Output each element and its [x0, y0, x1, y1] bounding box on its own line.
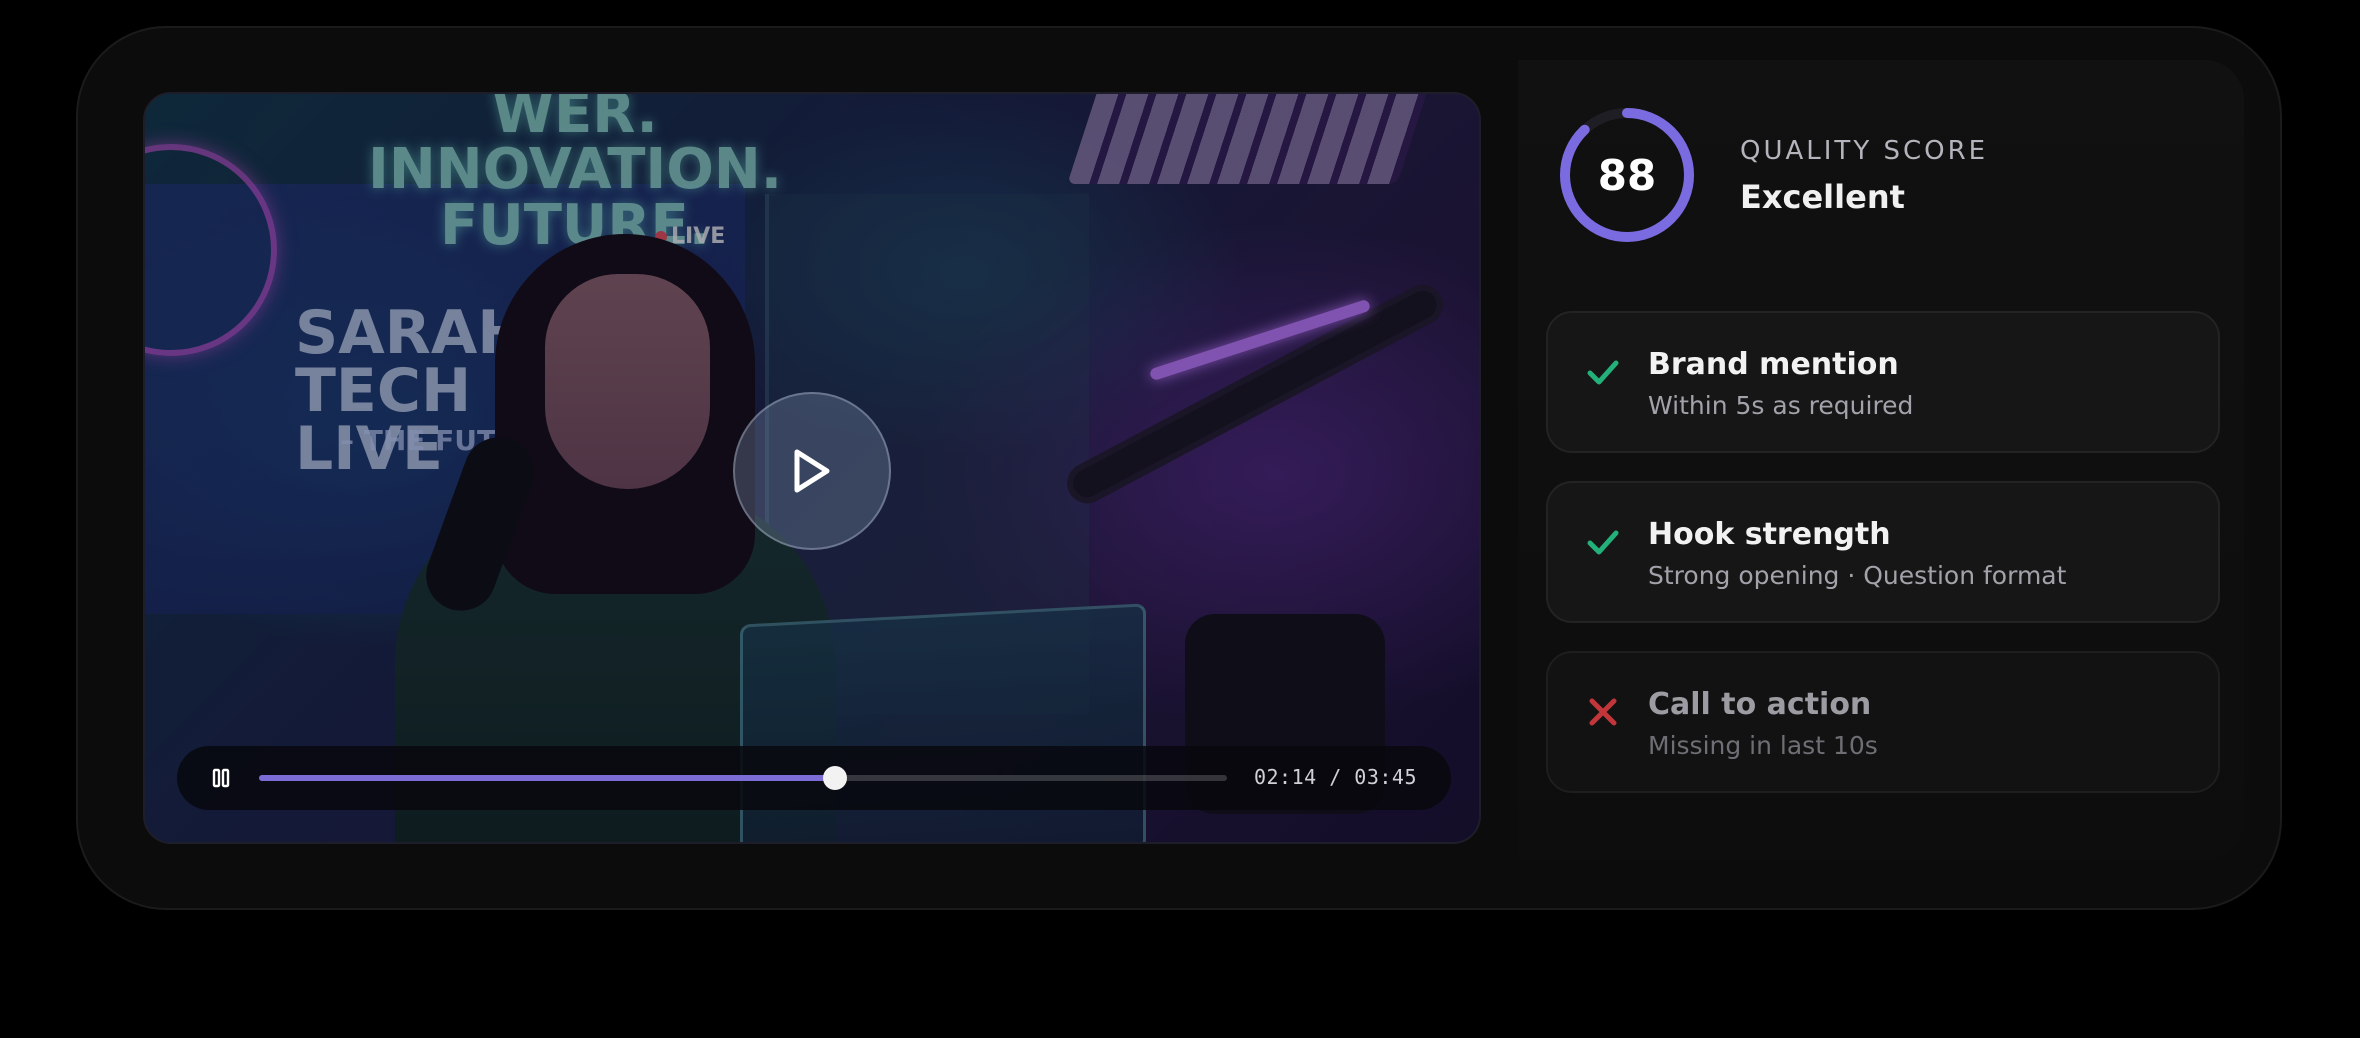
- check-hook-strength: Hook strength Strong opening · Question …: [1546, 481, 2220, 623]
- time-display: 02:14 / 03:45: [1253, 765, 1417, 789]
- check-title: Brand mention: [1648, 347, 1899, 382]
- progress-thumb[interactable]: [822, 766, 847, 790]
- pause-button[interactable]: [205, 762, 237, 794]
- progress-track[interactable]: [259, 766, 1227, 790]
- score-value: 88: [1597, 150, 1657, 200]
- player-controls: 02:14 / 03:45: [177, 746, 1451, 810]
- check-subtitle: Within 5s as required: [1648, 391, 1914, 420]
- score-status: Excellent: [1740, 178, 1905, 216]
- video-player[interactable]: WER. INNOVATION. FUTURE. SARAH'S TECH LI…: [143, 92, 1481, 844]
- progress-fill: [259, 775, 835, 781]
- pause-icon: [212, 768, 230, 788]
- check-icon: [1587, 360, 1619, 385]
- check-subtitle: Strong opening · Question format: [1648, 561, 2067, 590]
- play-button[interactable]: [733, 392, 891, 550]
- play-icon: [794, 449, 830, 493]
- check-icon: [1587, 530, 1619, 555]
- check-title: Hook strength: [1648, 517, 1891, 552]
- check-call-to-action: Call to action Missing in last 10s: [1546, 651, 2220, 793]
- check-subtitle: Missing in last 10s: [1648, 731, 1878, 760]
- check-title: Call to action: [1648, 687, 1872, 722]
- score-label: QUALITY SCORE: [1740, 136, 1989, 166]
- check-brand-mention: Brand mention Within 5s as required: [1546, 311, 2220, 453]
- close-icon: [1589, 698, 1617, 726]
